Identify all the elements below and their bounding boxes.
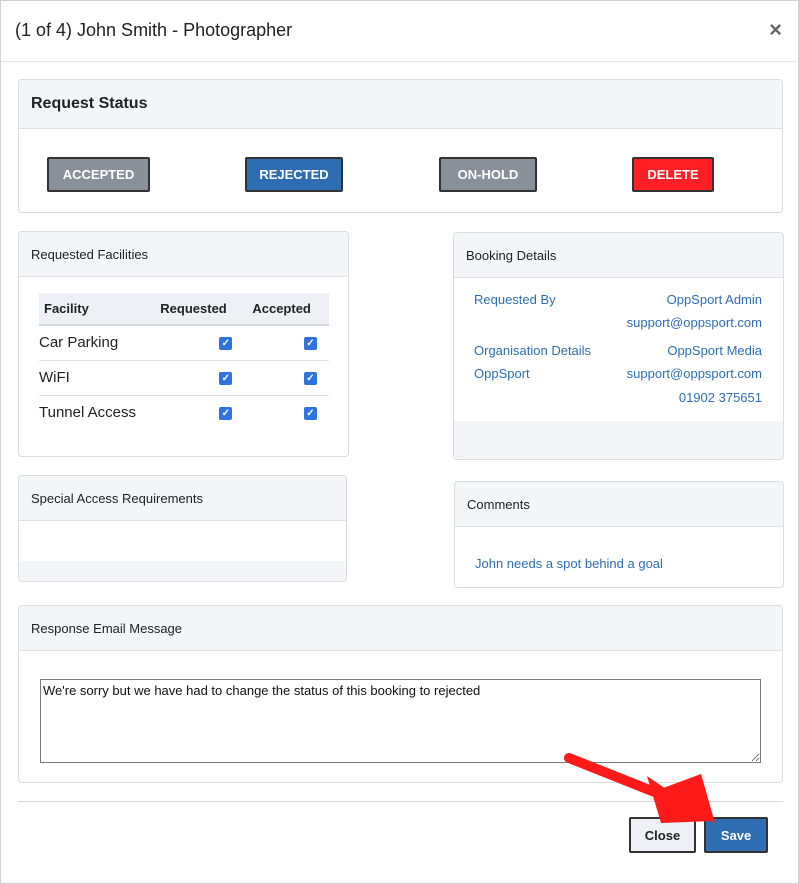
requested-checkbox[interactable]: ✓ bbox=[219, 371, 233, 385]
accepted-checkbox[interactable]: ✓ bbox=[304, 406, 317, 420]
facility-name: WiFI bbox=[39, 360, 155, 396]
facility-name: Tunnel Access bbox=[39, 404, 136, 422]
requested-checkbox[interactable]: ✓ bbox=[219, 336, 233, 350]
table-row: Tunnel Access ✓ ✓ bbox=[39, 395, 329, 430]
booking-details-panel: Booking Details Requested By OppSport Ad… bbox=[453, 232, 784, 460]
organisation-phone: 01902 375651 bbox=[678, 390, 762, 405]
response-email-heading: Response Email Message bbox=[19, 606, 782, 651]
facility-name: Car Parking bbox=[39, 325, 155, 361]
comments-panel: Comments John needs a spot behind a goal bbox=[454, 481, 784, 588]
special-access-panel: Special Access Requirements bbox=[18, 475, 347, 582]
comment-text: John needs a spot behind a goal bbox=[475, 556, 663, 571]
accepted-button[interactable]: ACCEPTED bbox=[47, 157, 150, 192]
special-access-footer bbox=[19, 561, 346, 581]
booking-details-heading: Booking Details bbox=[454, 233, 783, 278]
save-button[interactable]: Save bbox=[704, 817, 768, 853]
facilities-header-row: Facility Requested Accepted bbox=[39, 293, 329, 326]
comments-heading: Comments bbox=[455, 482, 783, 527]
modal-header: (1 of 4) John Smith - Photographer × bbox=[1, 1, 798, 62]
accepted-checkbox[interactable]: ✓ bbox=[304, 371, 317, 385]
special-access-heading: Special Access Requirements bbox=[19, 476, 346, 521]
requested-facilities-heading: Requested Facilities bbox=[19, 232, 348, 277]
requested-by-email[interactable]: support@oppsport.com bbox=[627, 315, 762, 330]
requested-by-name: OppSport Admin bbox=[666, 292, 762, 307]
booking-details-footer bbox=[454, 421, 783, 459]
booking-request-modal: (1 of 4) John Smith - Photographer × Req… bbox=[0, 0, 799, 884]
column-header-accepted: Accepted bbox=[246, 293, 329, 326]
requested-checkbox[interactable]: ✓ bbox=[219, 406, 233, 420]
facilities-table: Facility Requested Accepted Car Parking … bbox=[39, 293, 329, 430]
requested-facilities-panel: Requested Facilities Facility Requested … bbox=[18, 231, 349, 457]
delete-button[interactable]: DELETE bbox=[632, 157, 714, 192]
organisation-name: OppSport Media bbox=[667, 343, 762, 358]
column-header-facility: Facility bbox=[39, 293, 155, 326]
table-row: Car Parking ✓ ✓ bbox=[39, 325, 329, 361]
organisation-label: Organisation Details bbox=[474, 343, 592, 358]
modal-title: (1 of 4) John Smith - Photographer bbox=[15, 20, 293, 40]
request-status-heading: Request Status bbox=[19, 80, 782, 129]
request-status-panel: Request Status ACCEPTED REJECTED ON-HOLD… bbox=[18, 79, 783, 213]
organisation-short-name: OppSport bbox=[474, 366, 530, 381]
organisation-email[interactable]: support@oppsport.com bbox=[627, 366, 762, 381]
close-icon[interactable]: × bbox=[769, 19, 782, 41]
column-header-requested: Requested bbox=[154, 293, 247, 326]
accepted-checkbox[interactable]: ✓ bbox=[304, 336, 317, 350]
response-email-textarea[interactable] bbox=[40, 679, 761, 763]
rejected-button[interactable]: REJECTED bbox=[245, 157, 343, 192]
response-email-panel: Response Email Message bbox=[18, 605, 783, 783]
on-hold-button[interactable]: ON-HOLD bbox=[439, 157, 537, 192]
footer-divider bbox=[18, 801, 783, 802]
table-row: WiFI ✓ ✓ bbox=[39, 360, 329, 396]
requested-by-label: Requested By bbox=[474, 292, 556, 307]
close-button[interactable]: Close bbox=[629, 817, 696, 853]
